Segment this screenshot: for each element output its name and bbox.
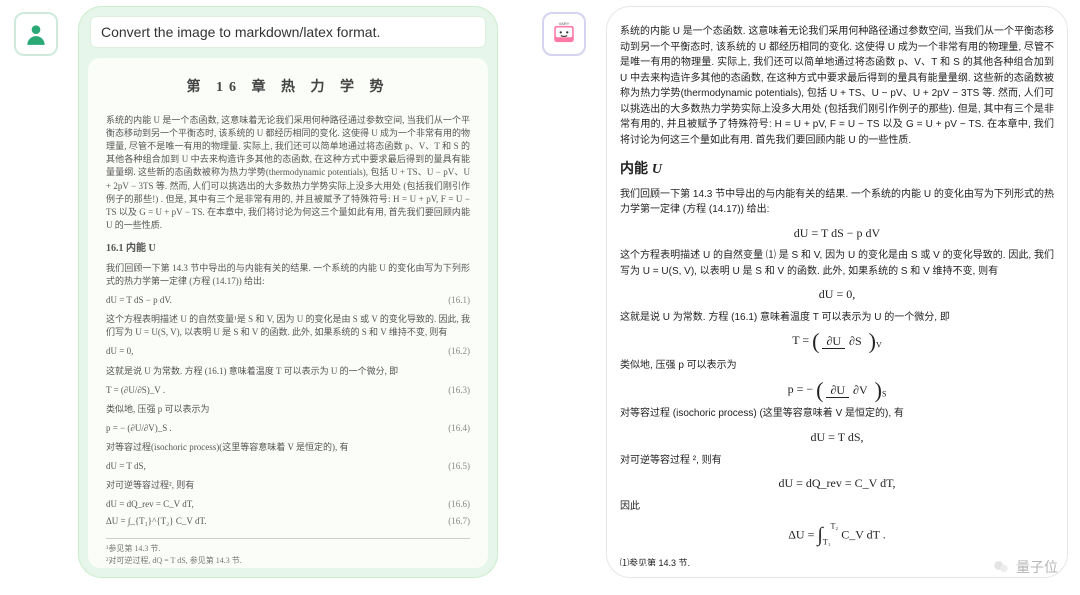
scan-p1: 我们回顾一下第 14.3 节中导出的与内能有关的结果. 一个系统的内能 U 的变… (106, 262, 470, 288)
prompt-input[interactable]: Convert the image to markdown/latex form… (90, 16, 486, 48)
md-p3: 这就是说 U 为常数. 方程 (16.1) 意味着温度 T 可以表示为 U 的一… (620, 310, 1054, 326)
md-eq-DeltaU: ΔU = ∫T₁T₂ C_V dT . (620, 520, 1054, 551)
md-p5: 对等容过程 (isochoric process) (这里等容意味着 V 是恒定… (620, 406, 1054, 422)
svg-text:VARY: VARY (559, 21, 570, 26)
md-eq-dQrev: dU = dQ_rev = C_V dT, (620, 474, 1054, 493)
scan-p6: 对可逆等容过程², 则有 (106, 479, 470, 492)
md-eq-isochoric: dU = T dS, (620, 428, 1054, 447)
md-intro: 系统的内能 U 是一个态函数. 这意味着无论我们采用何种路径通过参数空间, 当我… (620, 24, 1054, 148)
md-note-1: ⑴参见第 14.3 节. (620, 557, 1054, 566)
scan-eq-16-6: dU = dQ_rev = C_V dT,(16.6) (106, 498, 470, 511)
md-heading-internal-energy: 内能 U (620, 158, 1054, 181)
footnote-1: ¹参见第 14.3 节. (106, 543, 470, 555)
output-card: 系统的内能 U 是一个态函数. 这意味着无论我们采用何种路径通过参数空间, 当我… (606, 6, 1068, 578)
wechat-icon (992, 558, 1010, 576)
user-avatar (14, 12, 58, 56)
md-eq-T: T = ( ∂U∂S )V (620, 331, 1054, 352)
md-eq-dU0: dU = 0, (620, 285, 1054, 304)
watermark: 量子位 (992, 557, 1058, 577)
person-icon (23, 21, 49, 47)
scan-eq-16-5: dU = T dS,(16.5) (106, 460, 470, 473)
md-p2: 这个方程表明描述 U 的自然变量 ⑴ 是 S 和 V, 因为 U 的变化是由 S… (620, 248, 1054, 279)
watermark-text: 量子位 (1016, 557, 1058, 577)
scan-footnotes: ¹参见第 14.3 节. ²对可逆过程, dQ = T dS, 参见第 14.3… (106, 538, 470, 566)
scan-eq-16-4: p = − (∂U/∂V)_S .(16.4) (106, 422, 470, 435)
scan-p5: 对等容过程(isochoric process)(这里等容意味着 V 是恒定的)… (106, 441, 470, 454)
scan-eq-16-7: ΔU = ∫_{T₁}^{T₂} C_V dT.(16.7) (106, 515, 470, 528)
footnote-2: ²对可逆过程, dQ = T dS, 参见第 14.3 节. (106, 555, 470, 567)
scan-p3: 这就是说 U 为常数. 方程 (16.1) 意味着温度 T 可以表示为 U 的一… (106, 365, 470, 378)
source-document-image: 第 16 章 热 力 学 势 系统的内能 U 是一个态函数, 这意味着无论我们采… (88, 58, 488, 568)
md-p7: 因此 (620, 499, 1054, 515)
scan-p4: 类似地, 压强 p 可以表示为 (106, 403, 470, 416)
book-bot-icon: VARY (551, 21, 577, 47)
md-eq-dU: dU = T dS − p dV (620, 224, 1054, 243)
scan-p2: 这个方程表明描述 U 的自然变量¹是 S 和 V, 因为 U 的变化是由 S 或… (106, 313, 470, 339)
chapter-title: 第 16 章 热 力 学 势 (106, 78, 470, 98)
scan-eq-16-3: T = (∂U/∂S)_V .(16.3) (106, 384, 470, 397)
scan-eq-16-2: dU = 0,(16.2) (106, 345, 470, 358)
input-card: Convert the image to markdown/latex form… (78, 6, 498, 578)
md-p6: 对可逆等容过程 ², 则有 (620, 453, 1054, 469)
vary-bot-avatar: VARY (542, 12, 586, 56)
scan-intro: 系统的内能 U 是一个态函数, 这意味着无论我们采用何种路径通过参数空间, 当我… (106, 114, 470, 231)
section-16-1-title: 16.1 内能 U (106, 242, 470, 257)
md-p1: 我们回顾一下第 14.3 节中导出的与内能有关的结果. 一个系统的内能 U 的变… (620, 187, 1054, 218)
prompt-text: Convert the image to markdown/latex form… (101, 24, 380, 40)
md-eq-p: p = − ( ∂U∂V )S (620, 380, 1054, 401)
md-p4: 类似地, 压强 p 可以表示为 (620, 358, 1054, 374)
scan-eq-16-1: dU = T dS − p dV.(16.1) (106, 294, 470, 307)
